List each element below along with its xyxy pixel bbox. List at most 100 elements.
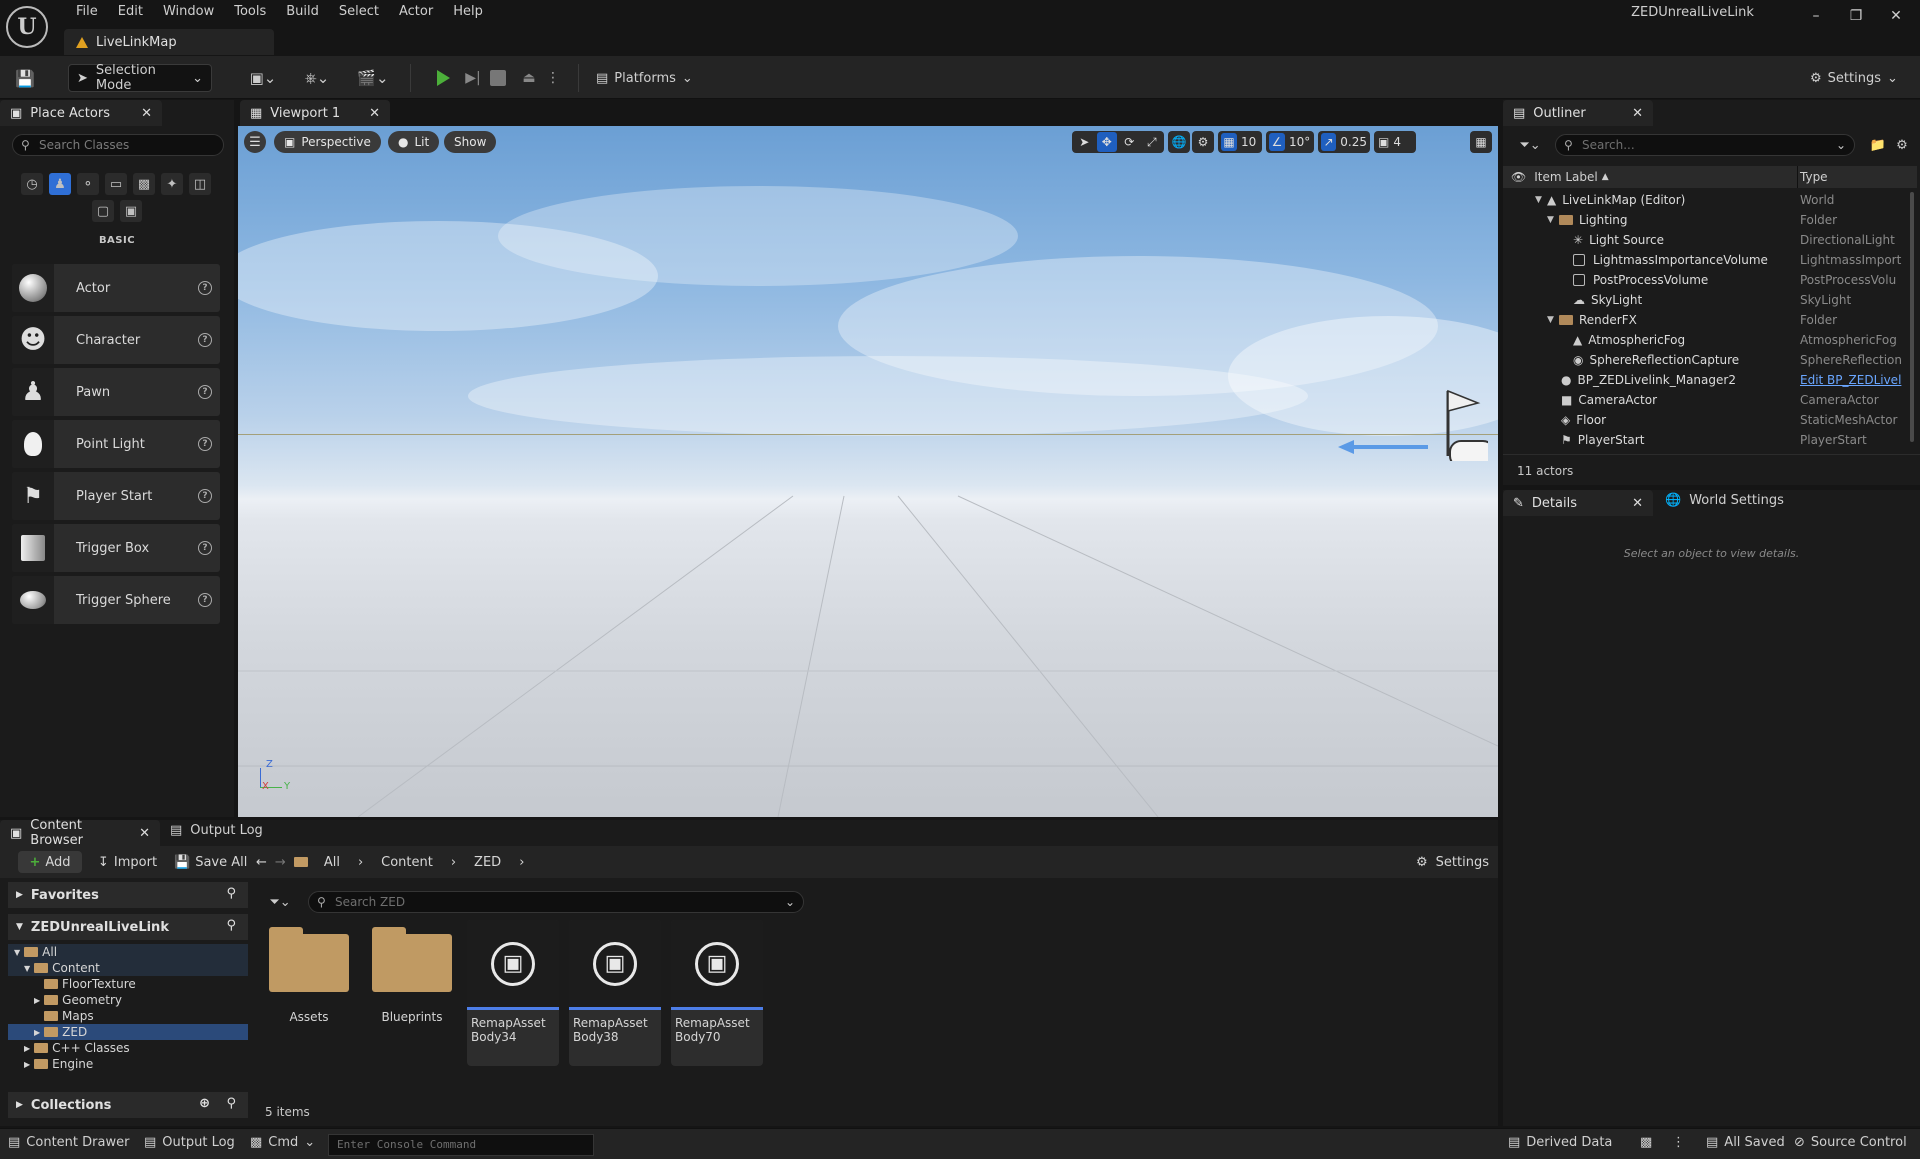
asset-tile[interactable]: ▣ RemapAsset Body34 xyxy=(467,920,559,1066)
search-icon[interactable]: ⚲ xyxy=(226,918,236,933)
close-icon[interactable]: ✕ xyxy=(369,106,380,121)
basic-category-icon[interactable]: ♟ xyxy=(49,173,71,195)
unreal-logo-icon[interactable]: U xyxy=(6,6,48,48)
breadcrumb-item[interactable]: Content xyxy=(381,855,433,870)
actor-item-point-light[interactable]: Point Light ? xyxy=(12,420,220,468)
source-control-button[interactable]: ⊘ Source Control xyxy=(1794,1135,1907,1150)
tree-item-all[interactable]: ▼ All xyxy=(8,944,248,960)
asset-search-input[interactable]: ⚲ Search ZED ⌄ xyxy=(308,891,804,913)
folder-tile-assets[interactable]: Assets xyxy=(263,920,355,1068)
actor-item-player-start[interactable]: ⚑ Player Start ? xyxy=(12,472,220,520)
outliner-row[interactable]: ☁ SkyLight SkyLight xyxy=(1503,290,1907,310)
save-all-button[interactable]: 💾 Save All xyxy=(174,851,247,873)
help-icon[interactable]: ? xyxy=(198,281,212,295)
notifications-icon[interactable]: ▩ xyxy=(1640,1135,1652,1150)
chevron-down-icon[interactable]: ⌄ xyxy=(785,892,795,912)
tree-item-content[interactable]: ▼ Content xyxy=(8,960,248,976)
eye-icon[interactable]: 👁 xyxy=(1511,170,1526,184)
surface-snap-icon[interactable]: ⚙ xyxy=(1192,131,1214,153)
search-icon[interactable]: ⚲ xyxy=(226,1096,236,1111)
help-icon[interactable]: ? xyxy=(198,593,212,607)
tree-item-cpp-classes[interactable]: ▶ C++ Classes xyxy=(8,1040,248,1056)
add-collection-icon[interactable]: ⊕ xyxy=(199,1096,210,1111)
tab-place-actors[interactable]: ▣ Place Actors ✕ xyxy=(0,100,162,126)
minimize-icon[interactable]: – xyxy=(1796,4,1836,28)
asset-tile[interactable]: ▣ RemapAsset Body38 xyxy=(569,920,661,1066)
folder-tile-blueprints[interactable]: Blueprints xyxy=(366,920,458,1068)
help-icon[interactable]: ? xyxy=(198,437,212,451)
type-header[interactable]: Type xyxy=(1800,170,1828,184)
rotation-snap-control[interactable]: ∠ 10° xyxy=(1266,131,1314,153)
outliner-row[interactable]: PostProcessVolume PostProcessVolu xyxy=(1503,270,1907,290)
tab-content-browser[interactable]: ▣ Content Browser ✕ xyxy=(0,818,160,848)
help-icon[interactable]: ? xyxy=(198,333,212,347)
project-section[interactable]: ▼ ZEDUnrealLiveLink ⚲ xyxy=(8,914,248,940)
all-classes-category-icon[interactable]: ▣ xyxy=(120,200,142,222)
actor-item-character[interactable]: ☻ Character ? xyxy=(12,316,220,364)
help-icon[interactable]: ? xyxy=(198,541,212,555)
item-label-header[interactable]: Item Label xyxy=(1534,170,1598,184)
search-classes-input[interactable]: ⚲ Search Classes xyxy=(12,134,224,156)
step-icon[interactable]: ▶| xyxy=(462,68,484,88)
outliner-row[interactable]: ▼ Lighting Folder xyxy=(1503,210,1907,230)
map-tab[interactable]: LiveLinkMap xyxy=(64,29,274,55)
outliner-row[interactable]: ▼ RenderFX Folder xyxy=(1503,310,1907,330)
menu-actor[interactable]: Actor xyxy=(389,3,443,21)
actor-item-actor[interactable]: Actor ? xyxy=(12,264,220,312)
menu-build[interactable]: Build xyxy=(276,3,329,21)
all-saved-button[interactable]: ▤ All Saved xyxy=(1706,1135,1785,1150)
outliner-row[interactable]: ■ CameraActor CameraActor xyxy=(1503,390,1907,410)
chevron-down-icon[interactable]: ▼ xyxy=(1547,315,1559,325)
show-button[interactable]: Show xyxy=(444,131,497,153)
stop-icon[interactable] xyxy=(490,70,506,86)
gear-icon[interactable]: ⚙ xyxy=(1893,136,1911,154)
settings-button[interactable]: ⚙ Settings ⌄ xyxy=(1810,64,1910,92)
asset-tile[interactable]: ▣ RemapAsset Body70 xyxy=(671,920,763,1066)
player-start-gizmo[interactable] xyxy=(1338,381,1488,461)
play-options-icon[interactable]: ⋮ xyxy=(546,68,560,88)
derived-data-button[interactable]: ▤ Derived Data xyxy=(1508,1135,1612,1150)
tab-details[interactable]: ✎ Details ✕ xyxy=(1503,490,1653,516)
collections-section[interactable]: ▶ Collections ⊕ ⚲ xyxy=(8,1092,248,1118)
geometry-category-icon[interactable]: ▢ xyxy=(92,200,114,222)
chevron-down-icon[interactable]: ▼ xyxy=(1547,215,1559,225)
level-viewport[interactable]: ☰ ▣ Perspective ● Lit Show ➤ ✥ ⟳ ⤢ 🌐 ⚙ ▦… xyxy=(238,126,1498,817)
cinematics-icon[interactable]: 🎬⌄ xyxy=(354,68,392,88)
outliner-search-input[interactable]: ⚲ Search... ⌄ xyxy=(1555,134,1855,156)
outliner-row[interactable]: ◉ SphereReflectionCapture SphereReflecti… xyxy=(1503,350,1907,370)
outliner-row[interactable]: ▼ ▲ LiveLinkMap (Editor) World xyxy=(1503,190,1907,210)
filter-icon[interactable]: ⏷⌄ xyxy=(264,893,296,911)
tree-item-floortexture[interactable]: FloorTexture xyxy=(8,976,248,992)
recent-icon[interactable]: ◷ xyxy=(21,173,43,195)
outliner-row[interactable]: ✳ Light Source DirectionalLight xyxy=(1503,230,1907,250)
scale-tool-icon[interactable]: ⤢ xyxy=(1142,132,1163,152)
content-settings-button[interactable]: ⚙ Settings xyxy=(1416,851,1489,873)
content-drawer-button[interactable]: ▤ Content Drawer xyxy=(8,1135,129,1150)
edit-blueprint-link[interactable]: Edit BP_ZEDLivel xyxy=(1800,373,1901,387)
help-icon[interactable]: ? xyxy=(198,489,212,503)
menu-window[interactable]: Window xyxy=(153,3,224,21)
close-icon[interactable]: ✕ xyxy=(1632,106,1643,121)
actor-item-trigger-sphere[interactable]: Trigger Sphere ? xyxy=(12,576,220,624)
rotate-tool-icon[interactable]: ⟳ xyxy=(1119,132,1140,152)
close-icon[interactable]: ✕ xyxy=(141,106,152,121)
chevron-down-icon[interactable]: ▼ xyxy=(1535,195,1547,205)
visual-effects-category-icon[interactable]: ✦ xyxy=(161,173,183,195)
camera-speed-control[interactable]: ▣ 4 xyxy=(1374,131,1416,153)
volumes-category-icon[interactable]: ◫ xyxy=(189,173,211,195)
platforms-button[interactable]: ▤ Platforms ⌄ xyxy=(596,64,696,92)
favorites-section[interactable]: ▶ Favorites ⚲ xyxy=(8,882,248,908)
world-space-icon[interactable]: 🌐 xyxy=(1168,131,1190,153)
outliner-row[interactable]: ◈ Floor StaticMeshActor xyxy=(1503,410,1907,430)
cinematic-category-icon[interactable]: ▩ xyxy=(133,173,155,195)
close-icon[interactable]: ✕ xyxy=(1876,4,1916,28)
menu-tools[interactable]: Tools xyxy=(224,3,276,21)
shapes-category-icon[interactable]: ▭ xyxy=(105,173,127,195)
close-icon[interactable]: ✕ xyxy=(139,826,150,841)
blueprint-icon[interactable]: ⎈⌄ xyxy=(298,68,336,88)
outliner-row[interactable]: ● BP_ZEDLivelink_Manager2 Edit BP_ZEDLiv… xyxy=(1503,370,1907,390)
tab-world-settings[interactable]: 🌐 World Settings xyxy=(1665,493,1784,508)
add-button[interactable]: + Add xyxy=(18,851,82,873)
lit-button[interactable]: ● Lit xyxy=(388,131,440,153)
play-icon[interactable] xyxy=(432,69,454,87)
